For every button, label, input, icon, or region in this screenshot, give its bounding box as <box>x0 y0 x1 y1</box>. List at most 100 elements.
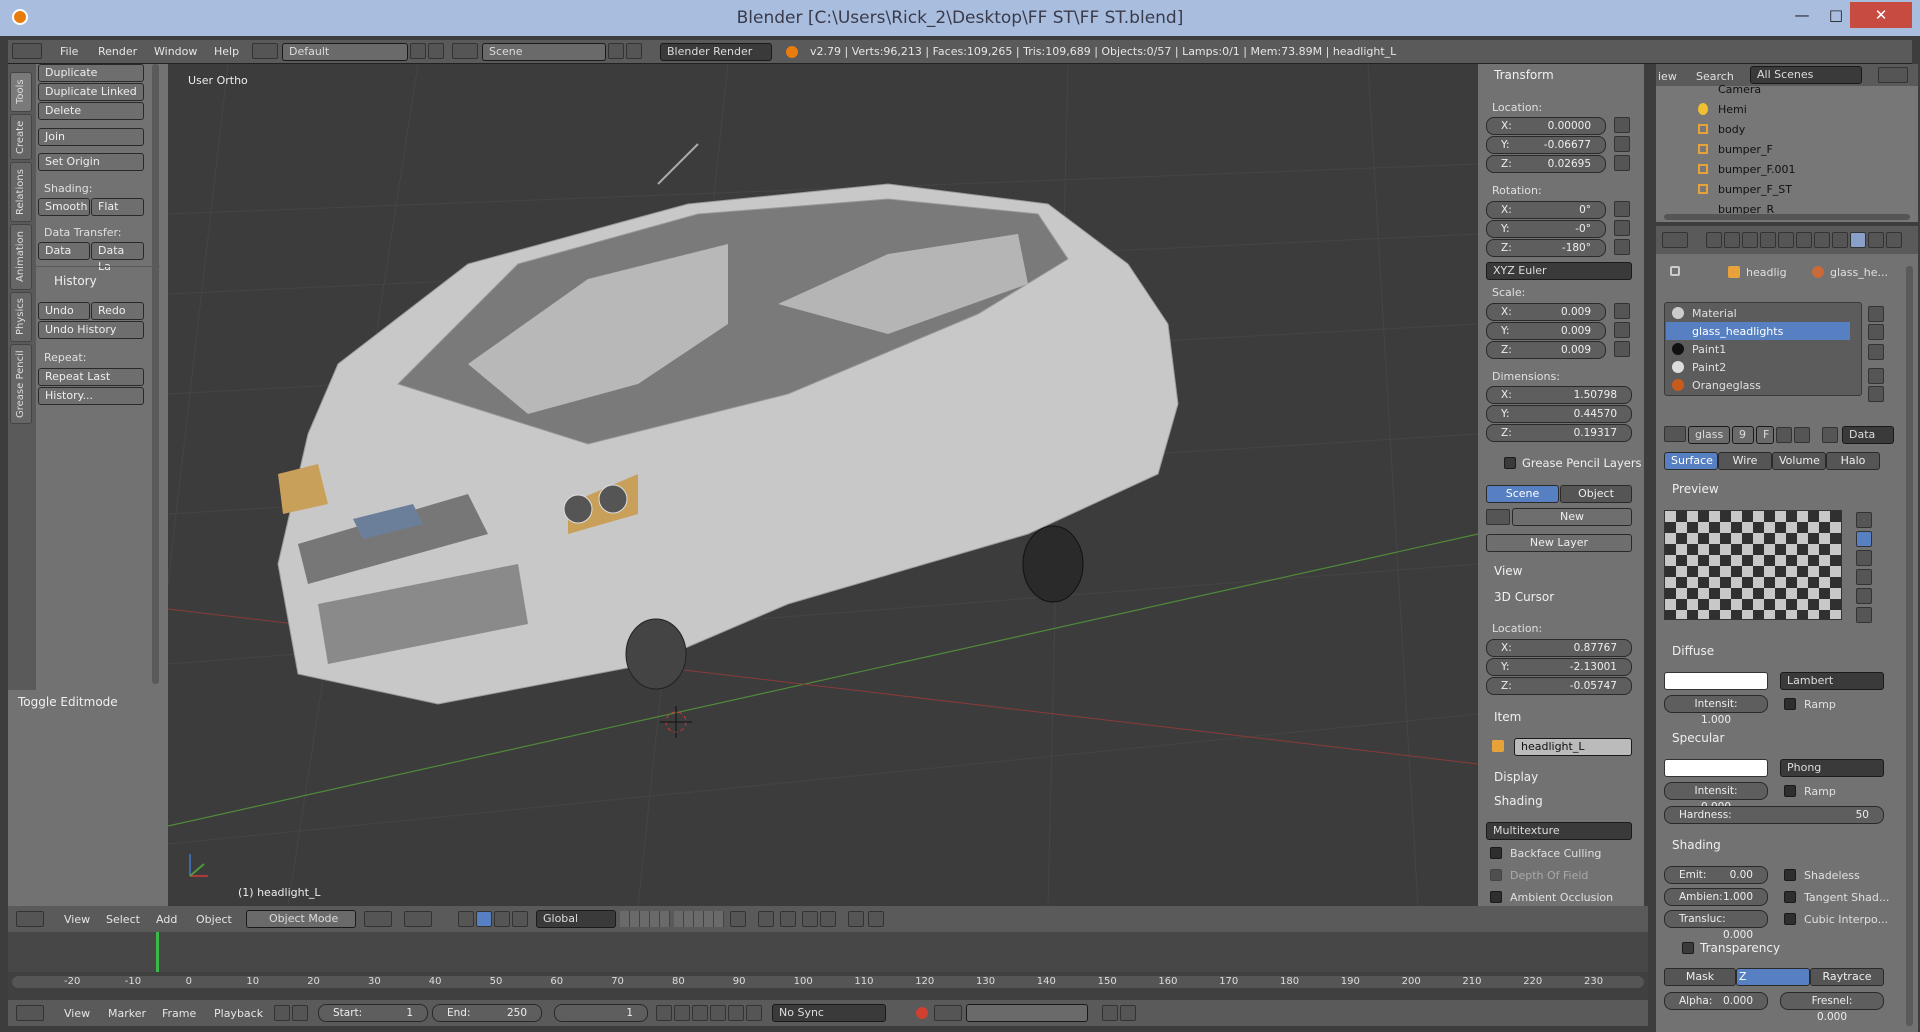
history-button[interactable]: History... <box>38 387 144 405</box>
record-icon[interactable] <box>916 1007 928 1019</box>
viewport-shading-icon[interactable] <box>364 911 392 927</box>
lock-camera-icon[interactable] <box>730 911 746 927</box>
pin-icon[interactable] <box>1670 266 1680 276</box>
ambient-occlusion-checkbox[interactable] <box>1490 891 1502 903</box>
modifiers-tab-icon[interactable] <box>1814 232 1830 248</box>
gp-new-button[interactable]: New <box>1512 508 1632 526</box>
data-tab-icon[interactable] <box>1832 232 1848 248</box>
outliner-row-bumper-f[interactable]: bumper_F <box>1676 140 1916 160</box>
physics-tab-icon[interactable] <box>1886 232 1902 248</box>
close-icon[interactable]: ✕ <box>1850 2 1912 28</box>
rotation-z-field[interactable]: Z: -180° <box>1486 239 1606 257</box>
menu-playback[interactable]: Playback <box>214 1007 263 1020</box>
scene-field[interactable]: Scene <box>482 43 606 61</box>
cursor-z-field[interactable]: Z: -0.05747 <box>1486 677 1632 695</box>
menu-file[interactable]: File <box>60 45 78 58</box>
remove-layout-icon[interactable] <box>428 43 444 59</box>
next-keyframe-icon[interactable] <box>728 1005 744 1021</box>
ambient-field[interactable]: Ambien: 1.000 <box>1664 888 1768 906</box>
material-link-icon[interactable] <box>1822 427 1838 443</box>
repeat-last-button[interactable]: Repeat Last <box>38 368 144 386</box>
preview-flat-icon[interactable] <box>1856 512 1872 528</box>
smooth-button[interactable]: Smooth <box>38 198 90 216</box>
transparency-checkbox[interactable] <box>1682 942 1694 954</box>
opengl-render-icon[interactable] <box>848 911 864 927</box>
menu-view[interactable]: View <box>64 1007 90 1020</box>
proportional-edit-icon[interactable] <box>758 911 774 927</box>
rotate-icon[interactable] <box>494 911 510 927</box>
outliner-row-bumper-f001[interactable]: bumper_F.001 <box>1676 160 1916 180</box>
editor-type-icon[interactable] <box>16 911 44 927</box>
material-slot[interactable]: Material <box>1666 304 1850 322</box>
world-tab-icon[interactable] <box>1760 232 1776 248</box>
preview-sphere-icon[interactable] <box>1856 531 1872 547</box>
material-slot[interactable]: Paint1 <box>1666 340 1850 358</box>
grease-pencil-layers-checkbox[interactable] <box>1504 457 1516 469</box>
delete-keyframe-icon[interactable] <box>1120 1005 1136 1021</box>
3d-cursor-header[interactable]: 3D Cursor <box>1494 590 1554 604</box>
outliner-row-hemi[interactable]: Hemi <box>1676 100 1916 120</box>
dimensions-y-field[interactable]: Y: 0.44570 <box>1486 405 1632 423</box>
insert-keyframe-icon[interactable] <box>1102 1005 1118 1021</box>
preview-monkey-icon[interactable] <box>1856 569 1872 585</box>
tab-halo[interactable]: Halo <box>1826 452 1880 470</box>
prev-keyframe-icon[interactable] <box>674 1005 690 1021</box>
lock-icon[interactable] <box>1614 341 1630 357</box>
unlink-material-icon[interactable] <box>1794 427 1810 443</box>
jump-end-icon[interactable] <box>746 1005 762 1021</box>
material-slot[interactable]: Orangeglass <box>1666 376 1850 394</box>
menu-marker[interactable]: Marker <box>108 1007 146 1020</box>
layout-field[interactable]: Default <box>282 43 408 61</box>
display-header[interactable]: Display <box>1494 770 1538 784</box>
backface-culling-checkbox[interactable] <box>1490 847 1502 859</box>
diffuse-intensity-field[interactable]: Intensit: 1.000 <box>1664 695 1768 726</box>
transparency-header[interactable]: Transparency <box>1700 941 1780 955</box>
sync-mode-select[interactable]: No Sync <box>772 1004 886 1022</box>
rotation-y-field[interactable]: Y: -0° <box>1486 220 1606 238</box>
interaction-mode-select[interactable]: Object Mode <box>246 910 356 928</box>
alpha-field[interactable]: Alpha: 0.000 <box>1664 992 1768 1010</box>
menu-frame[interactable]: Frame <box>162 1007 196 1020</box>
play-reverse-icon[interactable] <box>692 1005 708 1021</box>
tab-relations[interactable]: Relations <box>10 162 32 222</box>
flat-button[interactable]: Flat <box>91 198 144 216</box>
screen-layout-icon[interactable] <box>252 43 278 59</box>
material-link-select[interactable]: Data <box>1842 426 1894 444</box>
specular-ramp-checkbox[interactable] <box>1784 785 1796 797</box>
shading-section-header[interactable]: Shading <box>1672 838 1721 852</box>
scale-x-field[interactable]: X: 0.009 <box>1486 303 1606 321</box>
tangent-shading-checkbox[interactable] <box>1784 891 1796 903</box>
duplicate-button[interactable]: Duplicate <box>38 64 144 82</box>
cursor-x-field[interactable]: X: 0.87767 <box>1486 639 1632 657</box>
preview-header[interactable]: Preview <box>1672 482 1719 496</box>
item-header[interactable]: Item <box>1494 710 1521 724</box>
redo-button[interactable]: Redo <box>91 302 144 320</box>
menu-help[interactable]: Help <box>214 45 239 58</box>
keying-set-field[interactable] <box>966 1004 1088 1022</box>
outliner-row-camera[interactable]: Camera <box>1676 80 1916 100</box>
tab-wire[interactable]: Wire <box>1718 452 1772 470</box>
slot-menu-icon[interactable] <box>1868 344 1884 360</box>
render-tab-icon[interactable] <box>1706 232 1722 248</box>
lock-icon[interactable] <box>1614 220 1630 236</box>
object-tab-icon[interactable] <box>1778 232 1794 248</box>
material-slot[interactable]: Paint2 <box>1666 358 1850 376</box>
specular-color-swatch[interactable] <box>1664 759 1768 777</box>
lock-icon[interactable] <box>1614 239 1630 255</box>
add-slot-icon[interactable] <box>1868 306 1884 322</box>
material-slot-selected[interactable]: glass_headlights <box>1666 322 1850 340</box>
play-icon[interactable] <box>710 1005 726 1021</box>
transform-orientation-select[interactable]: Global <box>536 910 616 928</box>
item-name-field[interactable]: headlight_L <box>1514 738 1632 756</box>
preview-hair-icon[interactable] <box>1856 588 1872 604</box>
material-browse-icon[interactable] <box>1664 426 1686 442</box>
transparency-raytrace-button[interactable]: Raytrace <box>1810 968 1884 986</box>
shading-header[interactable]: Shading <box>1494 794 1543 808</box>
material-name-field[interactable]: glass <box>1688 426 1730 444</box>
keying-set-icon[interactable] <box>934 1005 962 1021</box>
tab-volume[interactable]: Volume <box>1772 452 1826 470</box>
tab-physics[interactable]: Physics <box>10 292 32 342</box>
menu-add[interactable]: Add <box>156 913 177 926</box>
transform-header[interactable]: Transform <box>1494 68 1554 82</box>
scene-layers-grid[interactable] <box>620 911 670 927</box>
